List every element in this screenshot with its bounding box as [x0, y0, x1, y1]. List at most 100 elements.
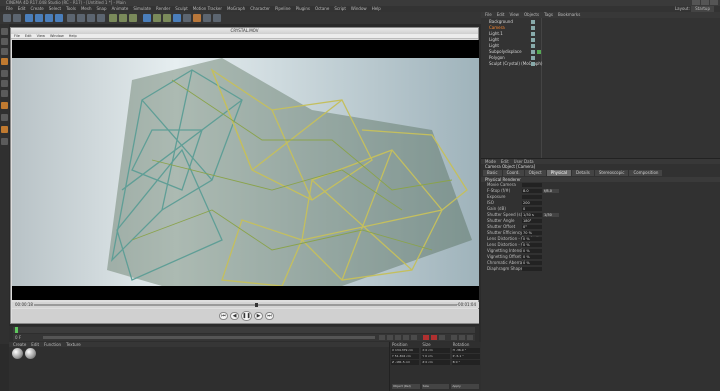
- keyframe-selection-icon[interactable]: [439, 335, 445, 340]
- size-mode-select[interactable]: Size: [421, 384, 450, 389]
- property-value[interactable]: 0 %: [522, 255, 542, 259]
- property-value[interactable]: 180°: [522, 219, 542, 223]
- light-icon[interactable]: [213, 14, 221, 22]
- mm-menu-texture[interactable]: Texture: [66, 342, 81, 347]
- subdivision-surface-icon[interactable]: [153, 14, 161, 22]
- points-mode-icon[interactable]: [1, 70, 8, 77]
- world-coordinates-icon[interactable]: [97, 14, 105, 22]
- fast-forward-button[interactable]: ▶: [254, 312, 263, 320]
- scale-key-icon[interactable]: [467, 335, 473, 340]
- property-value[interactable]: [522, 183, 542, 187]
- render-view-icon[interactable]: [109, 14, 117, 22]
- player-menu-edit[interactable]: Edit: [25, 34, 32, 38]
- workplane-icon[interactable]: [1, 58, 8, 65]
- property-value[interactable]: 0: [522, 207, 542, 211]
- tab-basic[interactable]: Basic: [483, 170, 502, 176]
- om-menu-edit[interactable]: Edit: [497, 12, 505, 18]
- rotation-key-icon[interactable]: [459, 335, 465, 340]
- go-to-end-button[interactable]: ⏭: [265, 312, 274, 320]
- tab-physical[interactable]: Physical: [546, 170, 571, 176]
- property-value[interactable]: 0 %: [522, 237, 542, 241]
- scrub-playhead[interactable]: [254, 303, 258, 307]
- next-frame-icon[interactable]: [403, 335, 409, 340]
- position-z-field[interactable]: Z -181.5 cm: [391, 360, 420, 365]
- tweak-mode-icon[interactable]: [1, 114, 8, 121]
- property-value[interactable]: 0°: [522, 225, 542, 229]
- size-y-field[interactable]: Y 0 cm: [421, 354, 450, 359]
- scale-icon[interactable]: [45, 14, 53, 22]
- snap-icon[interactable]: [1, 126, 8, 133]
- mm-menu-function[interactable]: Function: [44, 342, 61, 347]
- property-value[interactable]: 200: [522, 201, 542, 205]
- minimize-button[interactable]: [692, 0, 700, 5]
- tab-stereoscopic[interactable]: Stereoscopic: [594, 170, 629, 176]
- texture-mode-icon[interactable]: [1, 48, 8, 55]
- object-row[interactable]: Sculpt (Crystal) (MoGraph): [481, 61, 720, 67]
- go-to-start-button[interactable]: ⏮: [219, 312, 228, 320]
- player-menu-window[interactable]: Window: [50, 34, 64, 38]
- axis-mode-icon[interactable]: [1, 102, 8, 109]
- mm-menu-edit[interactable]: Edit: [31, 342, 39, 347]
- tab-composition[interactable]: Composition: [629, 170, 663, 176]
- apply-button[interactable]: Apply: [451, 384, 480, 389]
- tab-coord[interactable]: Coord.: [502, 170, 524, 176]
- array-icon[interactable]: [163, 14, 171, 22]
- redo-icon[interactable]: [13, 14, 21, 22]
- property-value[interactable]: 70 %: [522, 231, 542, 235]
- om-menu-view[interactable]: View: [509, 12, 519, 18]
- render-picture-viewer-icon[interactable]: [119, 14, 127, 22]
- deformer-icon[interactable]: [183, 14, 191, 22]
- property-value[interactable]: 8.0: [522, 189, 542, 193]
- y-axis-icon[interactable]: [77, 14, 85, 22]
- size-x-field[interactable]: X 0 cm: [421, 348, 450, 353]
- maximize-button[interactable]: [701, 0, 709, 5]
- make-editable-icon[interactable]: [1, 28, 8, 35]
- property-value[interactable]: 0 %: [522, 261, 542, 265]
- video-frame[interactable]: [12, 40, 479, 300]
- om-menu-tags[interactable]: Tags: [544, 12, 553, 18]
- camera-icon[interactable]: [203, 14, 211, 22]
- polygons-mode-icon[interactable]: [1, 90, 8, 97]
- close-button[interactable]: [710, 0, 718, 5]
- rotation-h-field[interactable]: H -36.9 °: [451, 348, 480, 353]
- om-menu-objects[interactable]: Objects: [524, 12, 539, 18]
- property-preset[interactable]: f/8.0: [543, 189, 559, 193]
- om-menu-bookmarks[interactable]: Bookmarks: [558, 12, 580, 18]
- rotation-p-field[interactable]: P -5.1 °: [451, 354, 480, 359]
- material-swatch[interactable]: [12, 348, 23, 359]
- position-y-field[interactable]: Y 51.302 cm: [391, 354, 420, 359]
- property-preset[interactable]: 1/30: [543, 213, 559, 217]
- move-icon[interactable]: [35, 14, 43, 22]
- z-axis-icon[interactable]: [87, 14, 95, 22]
- previous-frame-icon[interactable]: [387, 335, 393, 340]
- property-value[interactable]: [522, 267, 542, 271]
- property-value[interactable]: 0 %: [522, 243, 542, 247]
- rotation-b-field[interactable]: B 0 °: [451, 360, 480, 365]
- mm-menu-create[interactable]: Create: [13, 342, 26, 347]
- rewind-button[interactable]: ◀: [230, 312, 239, 320]
- scrub-track[interactable]: [34, 304, 457, 306]
- om-menu-file[interactable]: File: [485, 12, 492, 18]
- player-menu-help[interactable]: Help: [69, 34, 77, 38]
- property-value[interactable]: 1/30 s: [522, 213, 542, 217]
- timeline-playhead[interactable]: [15, 327, 18, 333]
- position-x-field[interactable]: X 134.379 cm: [391, 348, 420, 353]
- player-menu-file[interactable]: File: [14, 34, 20, 38]
- tab-object[interactable]: Object: [524, 170, 546, 176]
- timeline-range-slider[interactable]: [43, 336, 375, 339]
- play-icon[interactable]: [395, 335, 401, 340]
- record-icon[interactable]: [423, 335, 429, 340]
- go-to-start-icon[interactable]: [379, 335, 385, 340]
- x-axis-icon[interactable]: [67, 14, 75, 22]
- size-z-field[interactable]: Z 0 cm: [421, 360, 450, 365]
- edges-mode-icon[interactable]: [1, 80, 8, 87]
- live-selection-icon[interactable]: [25, 14, 33, 22]
- autokey-icon[interactable]: [431, 335, 437, 340]
- rotate-icon[interactable]: [55, 14, 63, 22]
- coordinate-mode-select[interactable]: Object (Rel): [392, 384, 420, 389]
- pause-button[interactable]: ❚❚: [241, 311, 252, 321]
- floor-icon[interactable]: [193, 14, 201, 22]
- render-settings-icon[interactable]: [129, 14, 137, 22]
- player-scrubber[interactable]: 00:00:18 -00:01:04: [12, 302, 479, 308]
- player-menu-view[interactable]: View: [37, 34, 45, 38]
